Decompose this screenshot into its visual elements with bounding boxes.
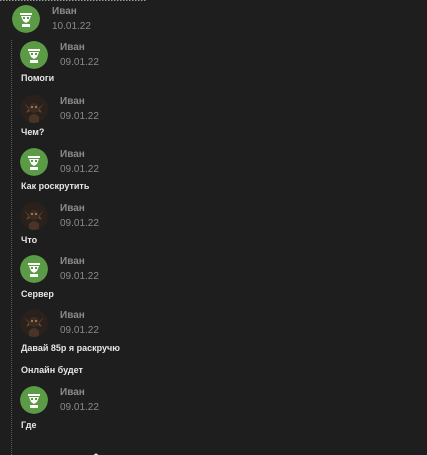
message-text: Давай 85р я раскручю	[21, 343, 120, 353]
post-date: 09.01.22	[60, 164, 99, 175]
avatar-green-mask-icon[interactable]	[20, 148, 48, 176]
post-date: 10.01.22	[52, 21, 91, 32]
avatar-green-mask-icon[interactable]	[20, 41, 48, 69]
message-text-line-2: Онлайн будет	[21, 365, 83, 375]
author-name[interactable]: Иван	[60, 42, 85, 53]
author-name[interactable]: Иван	[60, 387, 85, 398]
author-name[interactable]: Иван	[60, 149, 85, 160]
avatar-green-mask-icon[interactable]	[20, 255, 48, 283]
top-divider	[0, 0, 146, 2]
avatar-green-mask-icon[interactable]	[20, 386, 48, 414]
message-text: Что	[21, 235, 38, 245]
author-name[interactable]: Иван	[60, 310, 85, 321]
thread-line	[11, 40, 12, 455]
post-date: 09.01.22	[60, 57, 99, 68]
author-name[interactable]: Иван	[52, 6, 77, 17]
mouse-cursor-icon	[88, 447, 104, 455]
message-text: Чем?	[21, 127, 45, 137]
post-date: 09.01.22	[60, 271, 99, 282]
message-text: Как роскрутить	[21, 181, 90, 191]
post-date: 09.01.22	[60, 218, 99, 229]
author-name[interactable]: Иван	[60, 256, 85, 267]
author-name[interactable]: Иван	[60, 96, 85, 107]
avatar-dark-character-icon[interactable]	[20, 309, 48, 337]
message-text: Где	[21, 420, 37, 430]
avatar-dark-character-icon[interactable]	[20, 202, 48, 230]
post-date: 09.01.22	[60, 325, 99, 336]
message-text: Сервер	[21, 289, 54, 299]
post-date: 09.01.22	[60, 402, 99, 413]
comment-thread: Иван 10.01.22 Иван 09.01.22 Помоги Иван …	[0, 0, 427, 455]
avatar-dark-character-icon[interactable]	[20, 95, 48, 123]
author-name[interactable]: Иван	[60, 203, 85, 214]
avatar-green-mask-icon[interactable]	[12, 5, 40, 33]
message-text: Помоги	[21, 73, 55, 83]
post-date: 09.01.22	[60, 111, 99, 122]
